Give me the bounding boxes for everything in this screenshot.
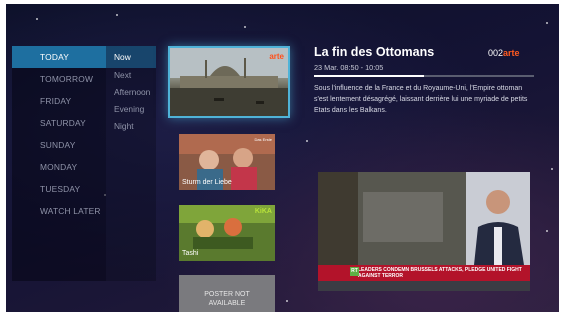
progress-bar-fill [314,75,424,77]
program-title: Sturm der Liebe [182,179,232,186]
program-card-poster-unavailable[interactable]: POSTER NOT AVAILABLE [179,275,275,312]
channel-logo: arte [269,52,284,61]
day-menu: TODAY TOMORROW FRIDAY SATURDAY SUNDAY MO… [12,46,106,281]
progress-bar [314,75,534,77]
program-card-selected[interactable]: arte [168,46,290,118]
detail-title: La fin des Ottomans [314,45,435,59]
rt-logo: RT [350,267,359,276]
program-card-tashi[interactable]: KiKA Tashi [179,205,275,261]
star [36,18,38,20]
day-item-tomorrow[interactable]: TOMORROW [12,68,106,90]
day-item-sunday[interactable]: SUNDAY [12,134,106,156]
star [244,26,246,28]
ticker-text: LEADERS CONDEMN BRUSSELS ATTACKS, PLEDGE… [358,267,522,279]
star [306,140,308,142]
channel-name: arte [503,48,520,58]
star [286,300,288,302]
day-item-today[interactable]: TODAY [12,46,106,68]
detail-channel: 002arte [488,48,520,58]
star [116,14,118,16]
star [551,168,553,170]
program-title: Tashi [182,250,199,257]
detail-description: Sous l'influence de la France et du Roya… [314,85,528,114]
day-item-watch-later[interactable]: WATCH LATER [12,200,106,222]
channel-logo: Das Erste [254,137,272,142]
time-item-night[interactable]: Night [106,115,156,137]
day-item-monday[interactable]: MONDAY [12,156,106,178]
day-item-tuesday[interactable]: TUESDAY [12,178,106,200]
program-card-sturm[interactable]: Das Erste Sturm der Liebe [179,134,275,190]
star [546,230,548,232]
channel-number: 002 [488,48,504,58]
day-item-saturday[interactable]: SATURDAY [12,112,106,134]
channel-logo: KiKA [254,208,272,215]
day-item-friday[interactable]: FRIDAY [12,90,106,112]
star [546,22,548,24]
tv-guide-screen: TODAY TOMORROW FRIDAY SATURDAY SUNDAY MO… [6,4,559,312]
poster-unavailable-text: POSTER NOT AVAILABLE [204,291,250,307]
detail-time: 23 Mar. 08:50 - 10:05 [314,63,384,72]
time-menu: Now Next Afternoon Evening Night [106,46,156,281]
live-preview[interactable]: LEADERS CONDEMN BRUSSELS ATTACKS, PLEDGE… [318,172,530,291]
